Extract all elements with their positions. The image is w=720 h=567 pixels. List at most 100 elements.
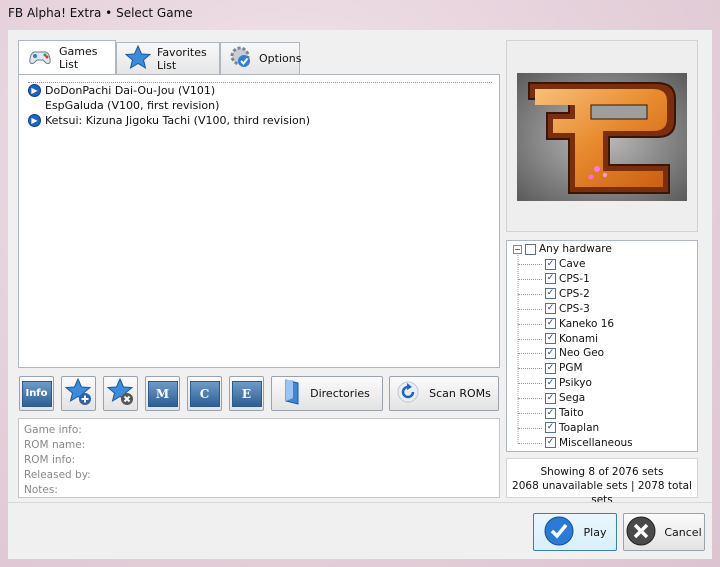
- checkbox[interactable]: ✓: [545, 392, 556, 404]
- list-item[interactable]: EspGaluda (V100, first revision): [28, 98, 492, 113]
- expand-arrow-icon[interactable]: ▶: [28, 84, 41, 97]
- tree-branch-line: [518, 442, 542, 444]
- gamepad-icon: [27, 45, 53, 70]
- game-name: Ketsui: Kizuna Jigoku Tachi (V100, third…: [45, 114, 311, 127]
- released-by-label: Released by:: [24, 469, 91, 481]
- tree-item-neo-geo[interactable]: ✓ Neo Geo: [518, 347, 605, 360]
- expand-arrow-icon[interactable]: ▶: [28, 114, 41, 127]
- tree-item-kaneko-16[interactable]: ✓ Kaneko 16: [518, 318, 614, 330]
- play-label: Play: [583, 525, 607, 539]
- tree-label: Neo Geo: [559, 347, 605, 360]
- star-remove-icon: [106, 377, 136, 410]
- play-button[interactable]: Play: [533, 513, 617, 551]
- tree-label: Psikyo: [559, 377, 592, 390]
- tree-branch-line: [518, 338, 542, 340]
- tab-favorites-list[interactable]: Favorites List: [116, 42, 220, 74]
- preview-image-frame: [506, 40, 698, 232]
- tree-item-cave[interactable]: ✓ Cave: [518, 258, 586, 270]
- check-icon: [544, 516, 574, 549]
- tab-label: Games List: [59, 44, 98, 71]
- tree-branch-line: [518, 278, 542, 280]
- tree-label: Any hardware: [539, 243, 612, 255]
- checkbox[interactable]: ✓: [545, 288, 556, 300]
- tree-label: Miscellaneous: [559, 436, 633, 449]
- tree-label: Taito: [559, 407, 584, 419]
- star-icon: [124, 44, 152, 72]
- tree-branch-line: [518, 353, 542, 355]
- cancel-label: Cancel: [664, 525, 702, 539]
- checkbox[interactable]: ✓: [545, 333, 556, 344]
- tree-item-cps-1[interactable]: ✓ CPS-1: [518, 272, 590, 285]
- tree-label: Toaplan: [559, 421, 600, 434]
- tree-item-cps-2[interactable]: ✓ CPS-2: [518, 287, 590, 300]
- game-info-label: Game info:: [24, 424, 82, 436]
- tree-item-cps-3[interactable]: ✓ CPS-3: [518, 302, 590, 315]
- checkbox[interactable]: ✓: [545, 362, 556, 374]
- directories-button[interactable]: Directories: [271, 376, 383, 411]
- directories-label: Directories: [310, 387, 370, 400]
- hardware-filter-tree[interactable]: − Any hardware ✓ Cave ✓ CPS-1 ✓ CPS-2 ✓ CPS-3 ✓ K…: [506, 240, 698, 452]
- tree-item-pgm[interactable]: ✓ PGM: [518, 362, 583, 375]
- e-button[interactable]: E: [229, 376, 264, 411]
- checkbox[interactable]: ✓: [545, 347, 556, 359]
- folder-door-icon: [284, 378, 300, 409]
- showing-count: Showing 8 of 2076 sets: [540, 466, 664, 478]
- game-info-panel: Game info: ROM name: ROM info: Released …: [18, 418, 500, 498]
- checkbox[interactable]: ✓: [545, 303, 556, 315]
- tree-label: CPS-2: [559, 287, 590, 300]
- tab-options[interactable]: Options: [220, 42, 302, 74]
- tree-branch-line: [518, 293, 542, 295]
- game-name: EspGaluda (V100, first revision): [45, 99, 220, 112]
- notes-label: Notes:: [24, 484, 58, 496]
- checkbox[interactable]: ✓: [545, 273, 556, 285]
- close-icon: [626, 516, 656, 549]
- checkbox[interactable]: ✓: [545, 258, 556, 270]
- tree-label: CPS-3: [559, 302, 590, 315]
- tree-branch-line: [518, 427, 542, 429]
- scan-roms-button[interactable]: Scan ROMs: [389, 376, 499, 411]
- checkbox[interactable]: ✓: [545, 318, 556, 330]
- fba-logo-preview: [517, 73, 687, 201]
- list-item[interactable]: ▶ DoDonPachi Dai-Ou-Jou (V101): [28, 83, 492, 98]
- tree-branch-line: [518, 308, 542, 310]
- tree-branch-line: [518, 264, 542, 265]
- tree-item-toaplan[interactable]: ✓ Toaplan: [518, 421, 600, 434]
- tree-item-psikyo[interactable]: ✓ Psikyo: [518, 377, 592, 390]
- title-bar: FB Alpha! Extra • Select Game: [0, 0, 720, 28]
- m-icon: M: [147, 380, 178, 407]
- game-list[interactable]: ▶ DoDonPachi Dai-Ou-Jou (V101) EspGaluda…: [27, 81, 493, 129]
- tree-label: PGM: [559, 362, 583, 375]
- tree-branch-line: [518, 368, 542, 370]
- m-button[interactable]: M: [145, 376, 180, 411]
- tree-item-taito[interactable]: ✓ Taito: [518, 407, 584, 419]
- tree-item-sega[interactable]: ✓ Sega: [518, 392, 586, 405]
- tree-label: CPS-1: [559, 272, 590, 285]
- tab-games-list[interactable]: Games List: [18, 40, 116, 74]
- tab-label: Favorites List: [157, 45, 207, 72]
- tree-label: Konami: [559, 332, 599, 345]
- rom-name-label: ROM name:: [24, 439, 86, 451]
- tree-branch-line: [518, 398, 542, 400]
- e-icon: E: [231, 380, 262, 407]
- c-icon: C: [189, 380, 220, 407]
- info-icon: Info: [21, 380, 52, 407]
- scan-roms-label: Scan ROMs: [429, 387, 491, 400]
- tree-label: Sega: [559, 392, 586, 405]
- checkbox[interactable]: ✓: [545, 437, 556, 449]
- game-name: DoDonPachi Dai-Ou-Jou (V101): [45, 84, 216, 97]
- tree-item-miscellaneous[interactable]: ✓ Miscellaneous: [518, 436, 633, 449]
- info-button[interactable]: Info: [19, 376, 54, 411]
- checkbox[interactable]: ✓: [545, 377, 556, 389]
- cancel-button[interactable]: Cancel: [623, 513, 705, 551]
- checkbox[interactable]: ✓: [545, 422, 556, 434]
- remove-favorite-button[interactable]: [103, 376, 138, 411]
- tree-label: Cave: [559, 258, 586, 270]
- list-item[interactable]: ▶ Ketsui: Kizuna Jigoku Tachi (V100, thi…: [28, 113, 492, 128]
- refresh-icon: [397, 381, 419, 406]
- checkbox[interactable]: ✓: [545, 407, 556, 419]
- star-add-icon: [64, 377, 94, 410]
- add-favorite-button[interactable]: [61, 376, 96, 411]
- tree-item-konami[interactable]: ✓ Konami: [518, 332, 599, 345]
- tab-label: Options: [259, 52, 302, 65]
- c-button[interactable]: C: [187, 376, 222, 411]
